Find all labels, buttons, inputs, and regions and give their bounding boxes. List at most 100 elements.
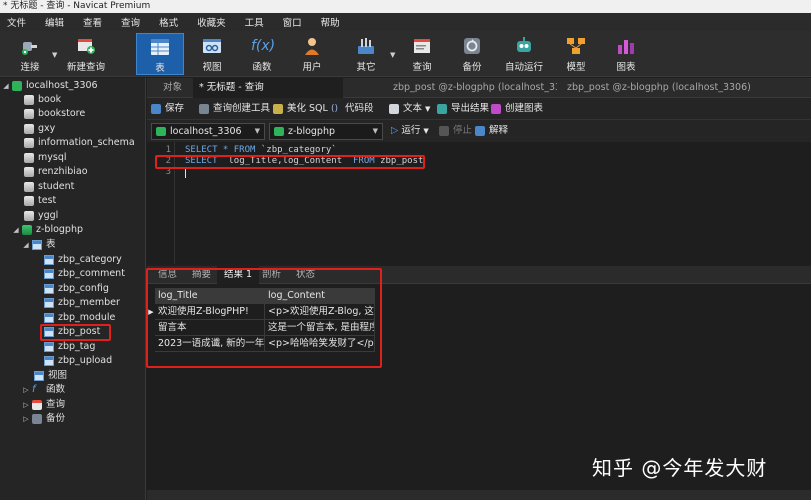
- stop-button[interactable]: 停止: [439, 123, 472, 139]
- user-button[interactable]: 用户: [290, 33, 334, 75]
- sql-keyword: SELECT * FROM: [185, 145, 261, 155]
- tree-db-gxy[interactable]: gxy: [24, 122, 55, 136]
- tree-functions-group[interactable]: ▷ f 函数: [22, 383, 65, 397]
- tree-queries-group[interactable]: ▷ 查询: [22, 398, 65, 412]
- tree-table-label: zbp_comment: [58, 268, 125, 279]
- other-button[interactable]: 其它: [344, 33, 388, 75]
- chevron-down-icon: ▼: [254, 127, 260, 135]
- database-icon: [24, 196, 34, 206]
- tree-connection[interactable]: ◢ localhost_3306: [2, 79, 98, 93]
- tree-db-yggl[interactable]: yggl: [24, 209, 58, 223]
- stop-icon: [439, 126, 449, 136]
- tree-db-label: z-blogphp: [36, 224, 84, 235]
- automation-button[interactable]: 自动运行: [502, 33, 546, 75]
- menu-query[interactable]: 查询: [114, 15, 147, 29]
- menu-view[interactable]: 查看: [76, 15, 109, 29]
- tree-db-label: gxy: [38, 123, 56, 134]
- table-icon: [44, 342, 54, 352]
- table-button[interactable]: 表: [136, 33, 184, 75]
- chevron-down-icon[interactable]: ◢: [22, 238, 30, 252]
- function-button[interactable]: f(x) 函数: [240, 33, 284, 75]
- table-icon: [44, 255, 54, 265]
- tree-db-label: mysql: [38, 152, 67, 163]
- database-icon: [24, 211, 34, 221]
- table-icon: [44, 313, 54, 323]
- model-button[interactable]: 模型: [554, 33, 598, 75]
- tree-db-renzhibiao[interactable]: renzhibiao: [24, 165, 88, 179]
- chevron-right-icon[interactable]: ▷: [22, 383, 30, 397]
- tree-table[interactable]: zbp_member: [44, 296, 120, 310]
- tree-db-student[interactable]: student: [24, 180, 74, 194]
- new-query-button[interactable]: 新建查询: [62, 33, 110, 75]
- tab-objects[interactable]: 对象: [157, 78, 188, 98]
- tree-table[interactable]: zbp_comment: [44, 267, 125, 281]
- menu-favorites[interactable]: 收藏夹: [190, 15, 233, 29]
- chevron-down-icon[interactable]: ▼: [390, 51, 395, 59]
- tab-query[interactable]: * 无标题 - 查询: [193, 78, 343, 98]
- tree-table[interactable]: zbp_tag: [44, 340, 95, 354]
- query-builder-button[interactable]: 查询创建工具: [199, 101, 270, 117]
- run-button[interactable]: ▷ 运行 ▼: [391, 123, 429, 139]
- builder-icon: [199, 104, 209, 114]
- tree-db-test[interactable]: test: [24, 194, 56, 208]
- tree-tables-group[interactable]: ◢ 表: [22, 238, 56, 252]
- tree-backups-group[interactable]: ▷ 备份: [22, 412, 65, 426]
- code-snippet-button[interactable]: () 代码段: [331, 101, 374, 117]
- chevron-right-icon[interactable]: ▷: [22, 398, 30, 412]
- connect-button[interactable]: 连接: [8, 33, 52, 75]
- export-label: 导出结果: [451, 103, 490, 114]
- query-toolbar: 保存 查询创建工具 美化 SQL () 代码段 文本 ▼ 导出结果 创建图表: [147, 98, 811, 120]
- explain-button[interactable]: 解释: [475, 123, 508, 139]
- sql-identifier: `zbp_category`: [260, 145, 337, 155]
- menu-tools[interactable]: 工具: [238, 15, 271, 29]
- query-button[interactable]: 查询: [400, 33, 444, 75]
- export-result-button[interactable]: 导出结果: [437, 101, 489, 117]
- chart-icon: [615, 36, 637, 56]
- tree-db-mysql[interactable]: mysql: [24, 151, 67, 165]
- chevron-down-icon[interactable]: ▼: [425, 101, 430, 117]
- menu-edit[interactable]: 编辑: [38, 15, 71, 29]
- tab-zbp-post-design[interactable]: zbp_post @z-blogphp (localhost_3306) - 表: [561, 78, 751, 98]
- tree-group-label: 视图: [48, 370, 68, 381]
- menu-file[interactable]: 文件: [0, 15, 33, 29]
- connection-select[interactable]: localhost_3306 ▼: [151, 123, 265, 140]
- database-icon: [24, 182, 34, 192]
- tree-db-bookstore[interactable]: bookstore: [24, 107, 85, 121]
- tree-table[interactable]: zbp_module: [44, 311, 115, 325]
- chevron-down-icon[interactable]: ◢: [12, 223, 20, 237]
- text-button[interactable]: 文本 ▼: [389, 101, 430, 117]
- tree-db-z-blogphp[interactable]: ◢ z-blogphp: [12, 223, 83, 237]
- tree-views-group[interactable]: 视图: [34, 369, 67, 383]
- robot-icon: [513, 36, 535, 56]
- user-label: 用户: [302, 62, 322, 73]
- menu-help[interactable]: 帮助: [314, 15, 347, 29]
- view-button[interactable]: 视图: [190, 33, 234, 75]
- tree-table[interactable]: zbp_category: [44, 253, 122, 267]
- backup-icon: [461, 36, 483, 56]
- sql-editor[interactable]: 1 2 3 SELECT * FROM `zbp_category` SELEC…: [147, 142, 811, 264]
- beautify-sql-button[interactable]: 美化 SQL: [273, 101, 328, 117]
- chevron-down-icon[interactable]: ▼: [52, 51, 57, 59]
- new-query-icon: [75, 36, 97, 56]
- backup-button[interactable]: 备份: [450, 33, 494, 75]
- tree-db-book[interactable]: book: [24, 93, 61, 107]
- tree-table[interactable]: zbp_upload: [44, 354, 112, 368]
- tree-db-information-schema[interactable]: information_schema: [24, 136, 135, 150]
- query-icon: [32, 400, 42, 410]
- database-select[interactable]: z-blogphp ▼: [269, 123, 383, 140]
- query-icon: [411, 36, 433, 56]
- chevron-down-icon[interactable]: ▼: [423, 123, 428, 139]
- connect-label: 连接: [20, 62, 40, 73]
- create-chart-button[interactable]: 创建图表: [491, 101, 543, 117]
- tab-zbp-post-data[interactable]: zbp_post @z-blogphp (localhost_33...: [387, 78, 557, 98]
- chevron-down-icon[interactable]: ◢: [2, 79, 10, 93]
- tree-group-label: 函数: [46, 384, 66, 395]
- window-title: * 无标题 - 查询 - Navicat Premium: [0, 0, 811, 13]
- chevron-right-icon[interactable]: ▷: [22, 412, 30, 426]
- save-button[interactable]: 保存: [151, 101, 184, 117]
- tree-table-label: zbp_tag: [58, 341, 96, 352]
- tree-table[interactable]: zbp_config: [44, 282, 109, 296]
- chart-button[interactable]: 图表: [604, 33, 648, 75]
- menu-format[interactable]: 格式: [152, 15, 185, 29]
- menu-window[interactable]: 窗口: [276, 15, 309, 29]
